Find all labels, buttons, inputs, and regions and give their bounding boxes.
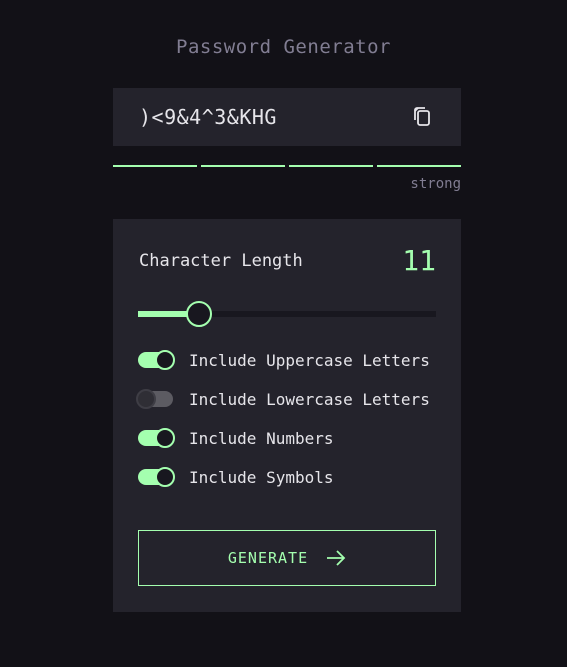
toggle-switch[interactable] [138,428,175,448]
strength-segment [377,165,461,167]
length-value: 11 [402,244,436,277]
strength-segment [201,165,285,167]
option-lowercase[interactable]: Include Lowercase Letters [136,388,430,410]
toggle-knob [155,428,175,448]
strength-segment [289,165,373,167]
toggle-knob [155,467,175,487]
app-title: Password Generator [176,36,391,58]
option-symbols[interactable]: Include Symbols [138,466,334,488]
option-label: Include Symbols [189,467,334,487]
arrow-right-icon [327,550,346,566]
option-label: Include Lowercase Letters [189,389,430,409]
slider-thumb[interactable] [186,301,212,327]
toggle-switch[interactable] [138,467,175,487]
length-slider[interactable] [138,301,436,327]
password-output: )<9&4^3&KHG [113,88,461,146]
option-numbers[interactable]: Include Numbers [138,427,334,449]
option-label: Include Uppercase Letters [189,350,430,370]
strength-segment [113,165,197,167]
toggle-switch[interactable] [136,389,173,409]
strength-meter [113,165,461,168]
strength-label: strong [410,176,461,192]
toggle-switch[interactable] [138,350,175,370]
length-label: Character Length [139,251,303,271]
toggle-knob [155,350,175,370]
password-text: )<9&4^3&KHG [139,105,277,129]
copy-icon[interactable] [410,105,434,129]
toggle-knob [136,389,156,409]
generate-button[interactable]: GENERATE [138,530,436,586]
option-uppercase[interactable]: Include Uppercase Letters [138,349,430,371]
generate-label: GENERATE [227,549,309,567]
option-label: Include Numbers [189,428,334,448]
settings-panel: Character Length 11 Include Uppercase Le… [113,219,461,612]
